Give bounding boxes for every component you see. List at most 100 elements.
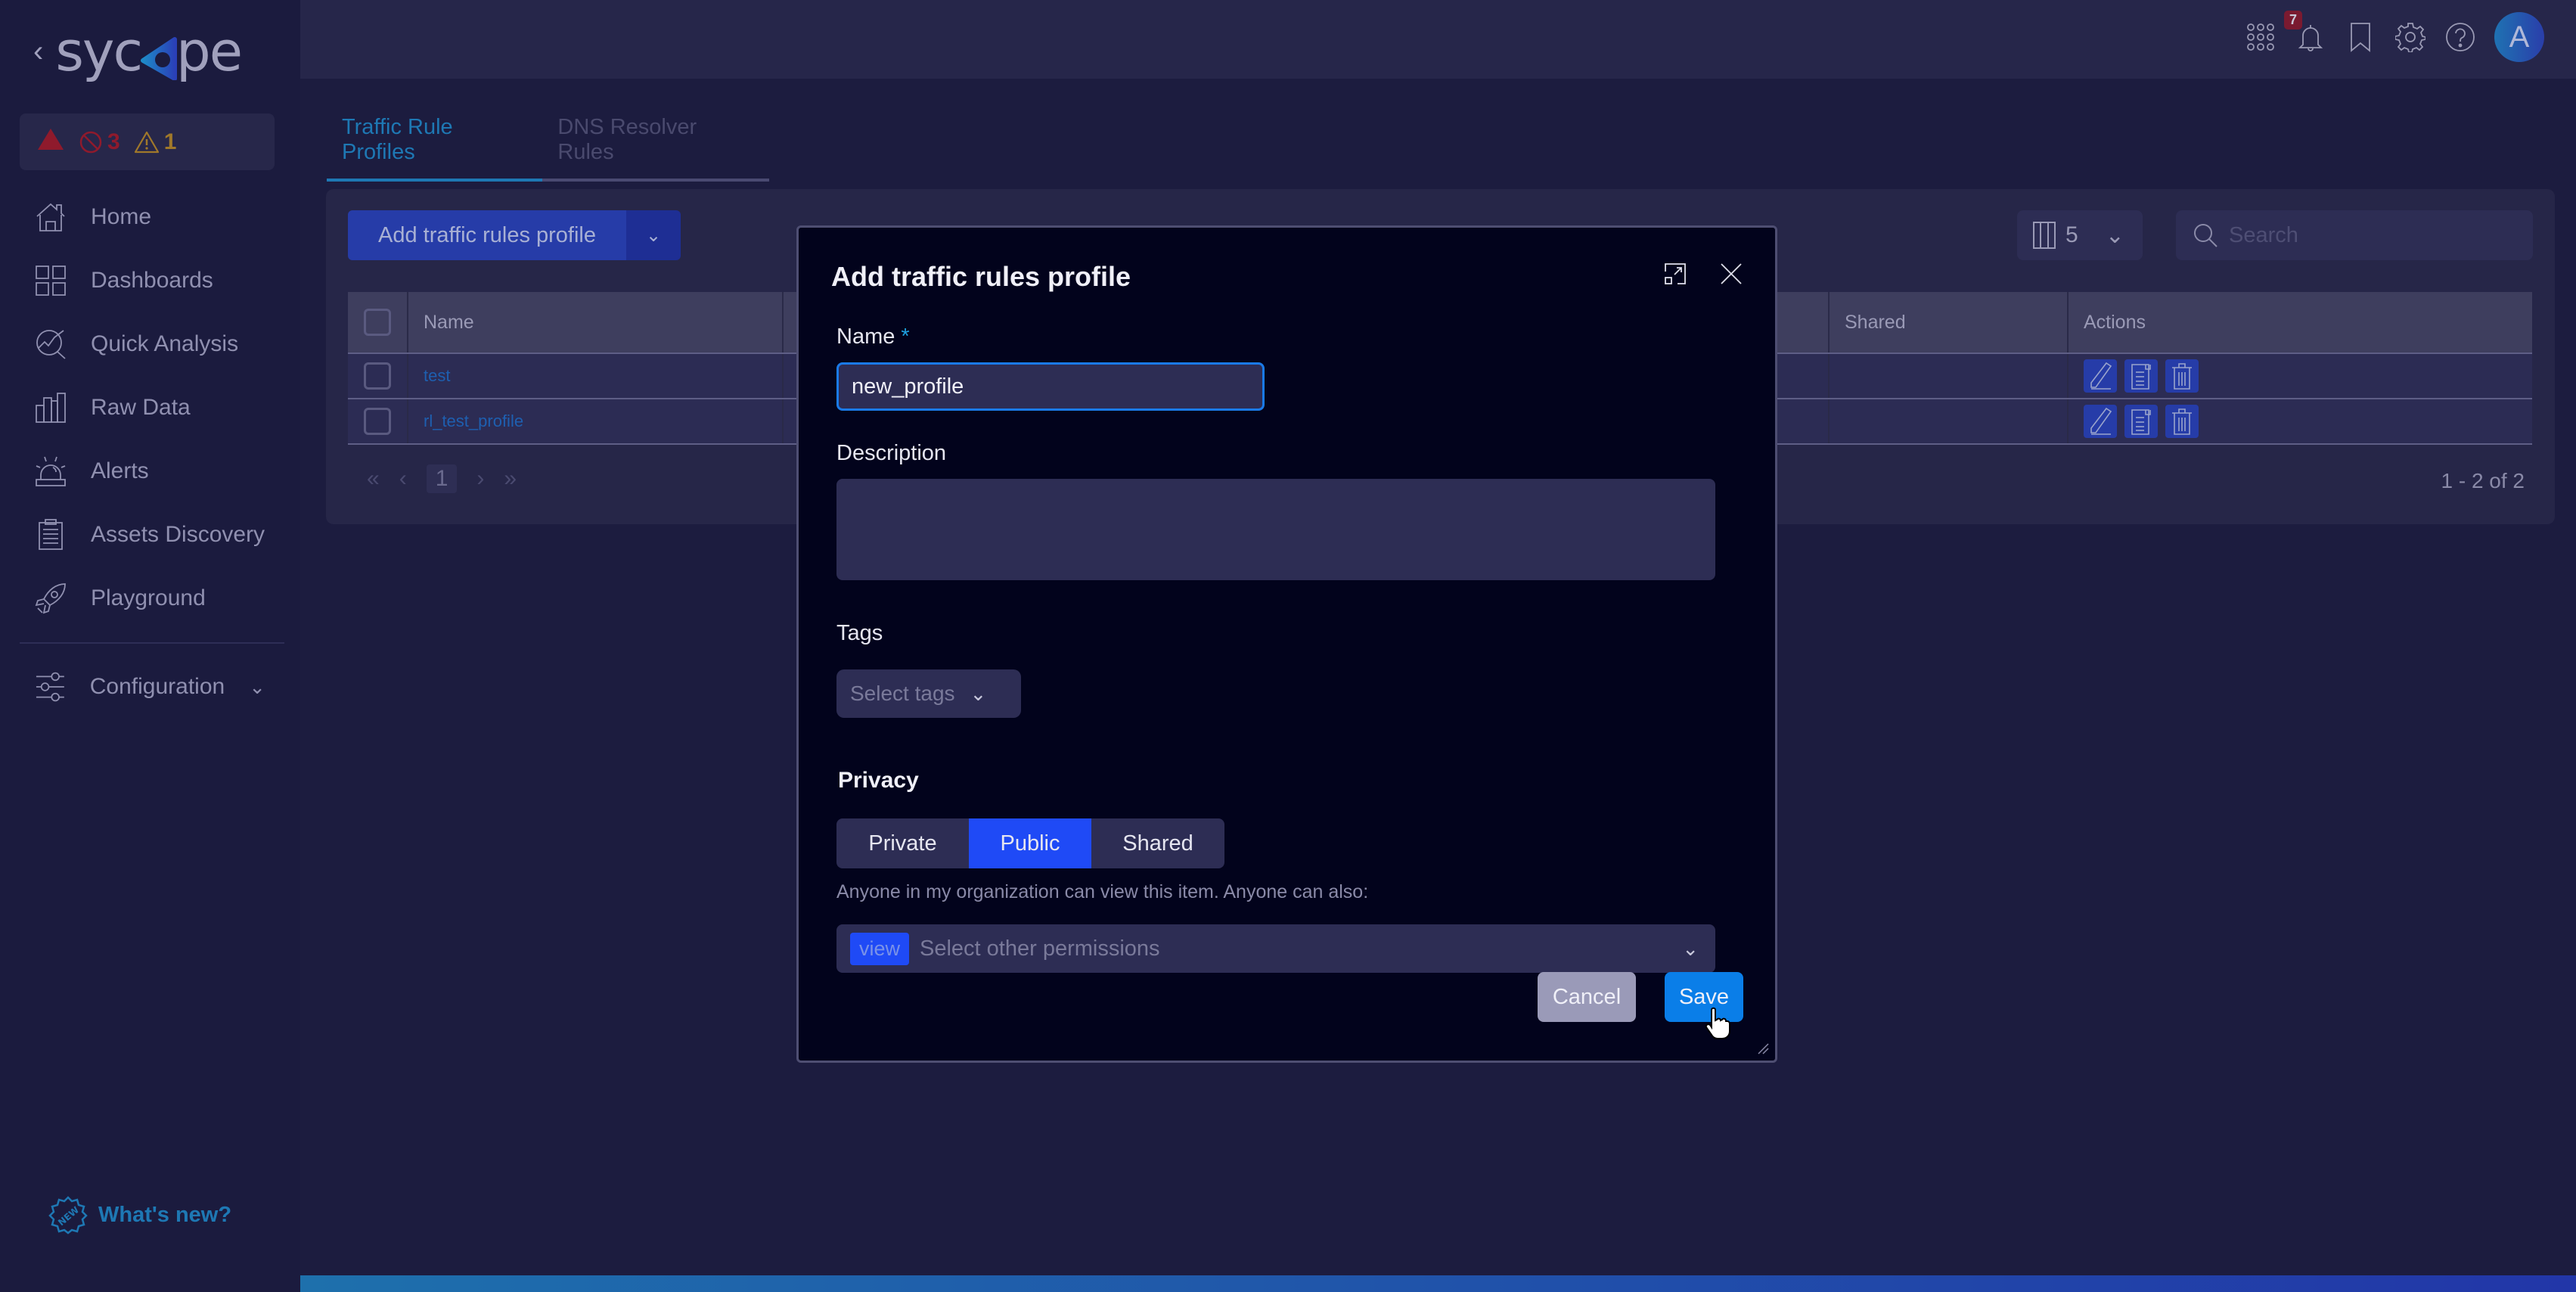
trash-icon: [2172, 363, 2192, 390]
user-avatar[interactable]: A: [2494, 12, 2544, 62]
privacy-public-button[interactable]: Public: [969, 818, 1091, 868]
warning-icon: [134, 131, 159, 153]
sidebar-item-label: Playground: [91, 585, 206, 610]
tab-traffic-rule-profiles[interactable]: Traffic Rule Profiles: [327, 112, 543, 182]
dashboard-grid-icon: [36, 266, 66, 296]
bottom-accent-bar: [300, 1275, 2576, 1292]
tags-label: Tags: [836, 621, 883, 645]
description-input[interactable]: [836, 479, 1715, 580]
privacy-hint: Anyone in my organization can view this …: [836, 881, 1369, 902]
edit-button[interactable]: [2084, 405, 2117, 438]
pagination: « ‹ 1 › »: [367, 464, 517, 493]
tab-bar: Traffic Rule Profiles DNS Resolver Rules: [327, 112, 769, 182]
sidebar-item-quick-analysis[interactable]: Quick Analysis: [0, 312, 300, 376]
help-icon: [2446, 23, 2475, 51]
chevron-down-icon: ⌄: [249, 675, 265, 698]
expand-icon: [1665, 263, 1686, 284]
brand-logo[interactable]: ‹ syc pe: [33, 20, 243, 83]
critical-triangle-icon: [36, 127, 65, 157]
select-all-checkbox[interactable]: [364, 309, 391, 336]
row-checkbox[interactable]: [364, 362, 391, 390]
sidebar-item-alerts[interactable]: Alerts: [0, 439, 300, 503]
cancel-button[interactable]: Cancel: [1538, 972, 1636, 1022]
privacy-private-button[interactable]: Private: [836, 818, 969, 868]
notification-badge: 7: [2284, 11, 2303, 30]
pencil-icon: [2090, 362, 2112, 390]
settings-button[interactable]: [2394, 21, 2426, 53]
next-page-icon[interactable]: ›: [476, 466, 484, 492]
blocked-icon: [79, 131, 102, 153]
page-number-button[interactable]: 1: [426, 464, 458, 493]
rocket-icon: [35, 583, 66, 614]
previous-page-icon[interactable]: ‹: [399, 466, 407, 492]
home-icon: [36, 203, 65, 231]
logo-wordmark: syc pe: [55, 20, 243, 83]
row-shared-cell: [1830, 399, 2069, 443]
sidebar-item-label: Dashboards: [91, 268, 213, 293]
delete-button[interactable]: [2165, 405, 2199, 438]
apps-grid-button[interactable]: [2245, 21, 2277, 53]
add-profile-button[interactable]: Add traffic rules profile: [348, 210, 626, 260]
expand-modal-button[interactable]: [1662, 261, 1688, 287]
chevron-down-icon: ⌄: [970, 682, 987, 705]
sidebar-item-raw-data[interactable]: Raw Data: [0, 376, 300, 439]
name-label: Name *: [836, 325, 910, 349]
top-bar-icons: 7 A: [2245, 11, 2544, 62]
sidebar: ‹ syc pe 3 1 Home Dashboards Quick Analy…: [0, 0, 300, 1292]
duplicate-button[interactable]: [2124, 359, 2158, 393]
notifications-button[interactable]: 7: [2284, 11, 2326, 53]
privacy-shared-button[interactable]: Shared: [1091, 818, 1224, 868]
tags-select[interactable]: Select tags ⌄: [836, 669, 1021, 718]
alerts-summary[interactable]: 3 1: [20, 113, 275, 170]
columns-icon: [2033, 222, 2056, 249]
document-icon: [2131, 364, 2151, 390]
row-actions-cell: [2069, 354, 2532, 398]
chevron-down-icon: ⌄: [645, 225, 662, 246]
last-page-icon[interactable]: »: [504, 466, 517, 492]
error-count[interactable]: 3: [79, 129, 120, 155]
whats-new-link[interactable]: NEW What's new?: [48, 1195, 231, 1235]
logo-text-left: syc: [55, 20, 143, 83]
sidebar-item-configuration[interactable]: Configuration ⌄: [0, 655, 300, 719]
header-shared[interactable]: Shared: [1830, 292, 2069, 353]
sidebar-item-label: Quick Analysis: [91, 331, 239, 356]
search-input[interactable]: [2229, 222, 2516, 248]
sidebar-item-assets-discovery[interactable]: Assets Discovery: [0, 503, 300, 567]
sidebar-divider: [20, 642, 284, 644]
tab-dns-resolver-rules[interactable]: DNS Resolver Rules: [542, 112, 769, 179]
header-name[interactable]: Name: [408, 292, 784, 353]
top-bar: 7 A: [300, 0, 2576, 79]
close-modal-button[interactable]: [1718, 261, 1744, 287]
gear-icon: [2395, 23, 2425, 52]
columns-selector[interactable]: 5 ⌄: [2017, 210, 2143, 260]
warning-count[interactable]: 1: [134, 129, 177, 155]
sidebar-item-playground[interactable]: Playground: [0, 567, 300, 630]
search-icon: [2194, 224, 2218, 247]
name-input[interactable]: [836, 362, 1265, 411]
row-checkbox-cell: [348, 354, 408, 398]
duplicate-button[interactable]: [2124, 405, 2158, 438]
modal-title: Add traffic rules profile: [831, 261, 1131, 292]
sidebar-item-label: Raw Data: [91, 395, 191, 420]
name-label-text: Name: [836, 325, 895, 349]
resize-handle-icon[interactable]: [1755, 1041, 1769, 1054]
whats-new-label: What's new?: [98, 1202, 232, 1227]
permissions-select[interactable]: view Select other permissions ⌄: [836, 924, 1715, 973]
sidebar-item-home[interactable]: Home: [0, 185, 300, 249]
sidebar-item-label: Assets Discovery: [91, 522, 265, 547]
add-profile-dropdown-button[interactable]: ⌄: [626, 210, 681, 260]
row-checkbox[interactable]: [364, 408, 391, 435]
bookmarks-button[interactable]: [2345, 21, 2376, 53]
help-button[interactable]: [2444, 21, 2476, 53]
delete-button[interactable]: [2165, 359, 2199, 393]
profile-name-link[interactable]: test: [424, 366, 450, 386]
chevron-left-icon[interactable]: ‹: [33, 35, 43, 69]
header-actions: Actions: [2084, 311, 2146, 333]
required-asterisk: *: [901, 325, 910, 349]
first-page-icon[interactable]: «: [367, 466, 380, 492]
sidebar-item-dashboards[interactable]: Dashboards: [0, 249, 300, 312]
edit-button[interactable]: [2084, 359, 2117, 393]
profile-name-link[interactable]: rl_test_profile: [424, 412, 523, 431]
warning-count-value: 1: [163, 129, 177, 154]
new-badge-icon: NEW: [48, 1196, 88, 1235]
